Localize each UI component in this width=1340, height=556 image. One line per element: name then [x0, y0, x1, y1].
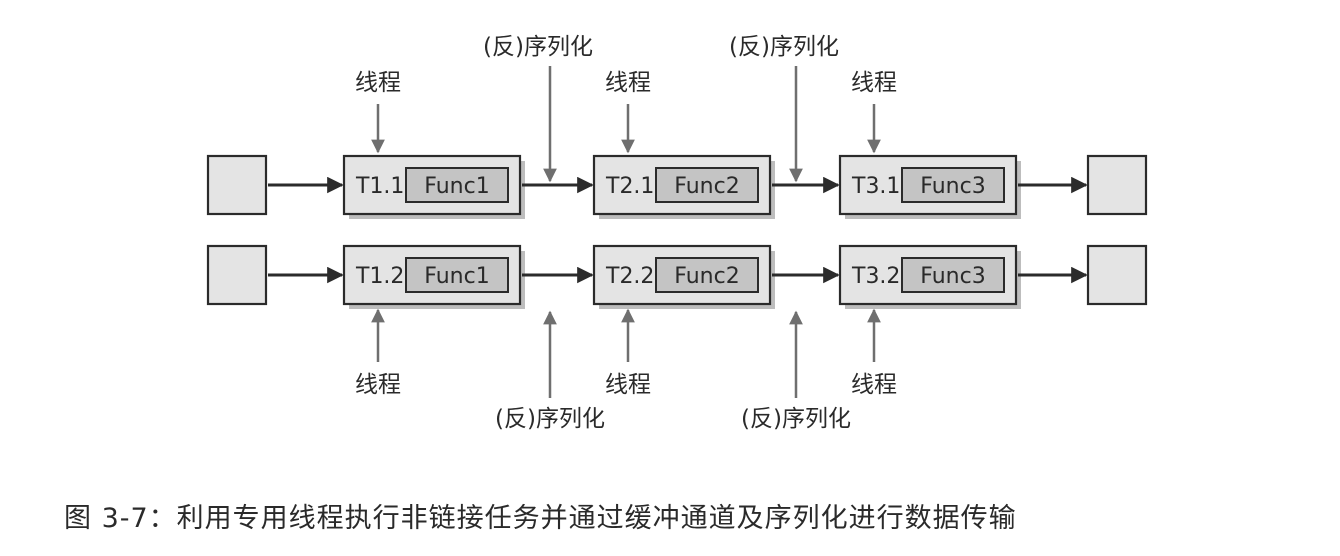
serialize-annotation-bottom: (反)序列化: [495, 406, 605, 432]
sink-node-2: [1086, 244, 1148, 306]
thread-annotation-bottom: 线程: [355, 372, 401, 398]
stage-label: T1.1: [355, 174, 404, 199]
stage-label: T3.2: [851, 264, 900, 289]
stage-label: T1.2: [355, 264, 404, 289]
thread-annotation-bottom: 线程: [605, 372, 651, 398]
source-node-2: [206, 244, 268, 306]
func-label: Func2: [674, 174, 739, 199]
func-label: Func3: [920, 174, 985, 199]
sink-node-1: [1086, 154, 1148, 216]
figure-caption: 图 3-7：利用专用线程执行非链接任务并通过缓冲通道及序列化进行数据传输: [64, 503, 1017, 534]
serialize-annotation-top: (反)序列化: [729, 34, 839, 60]
stage-label: T3.1: [851, 174, 900, 199]
func-label: Func1: [424, 174, 489, 199]
serialize-annotation-bottom: (反)序列化: [741, 406, 851, 432]
thread-annotation-top: 线程: [355, 70, 401, 96]
pipeline-diagram: T1.1 Func1 T2.1 Func2 T3.1 Func3 T1.2 Func1 T2.2…: [206, 34, 1148, 432]
func-label: Func1: [424, 264, 489, 289]
stage-label: T2.1: [605, 174, 654, 199]
thread-annotation-top: 线程: [851, 70, 897, 96]
source-node-1: [206, 154, 268, 216]
stage-label: T2.2: [605, 264, 654, 289]
func-label: Func3: [920, 264, 985, 289]
func-label: Func2: [674, 264, 739, 289]
serialize-annotation-top: (反)序列化: [483, 34, 593, 60]
thread-annotation-bottom: 线程: [851, 372, 897, 398]
thread-annotation-top: 线程: [605, 70, 651, 96]
